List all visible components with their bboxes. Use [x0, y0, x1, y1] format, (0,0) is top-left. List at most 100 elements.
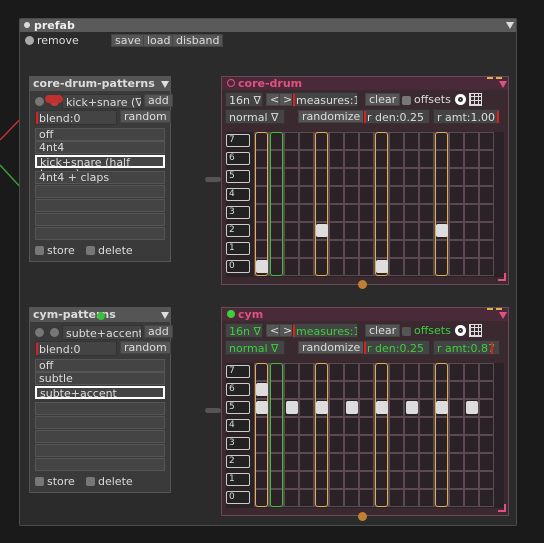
step-cell[interactable]	[329, 132, 344, 150]
step-cell[interactable]	[404, 222, 419, 240]
clear-button[interactable]: clear	[365, 324, 401, 337]
list-item-selected[interactable]: subte+accent	[35, 386, 165, 399]
step-cell[interactable]	[344, 150, 359, 168]
list-item[interactable]	[35, 227, 165, 240]
resize-handle-icon[interactable]	[498, 273, 506, 281]
step-cell[interactable]	[344, 240, 359, 258]
step-cell[interactable]	[344, 132, 359, 150]
step-cell[interactable]	[479, 186, 494, 204]
step-cell[interactable]	[479, 240, 494, 258]
step-cell[interactable]	[464, 168, 479, 186]
step-cell[interactable]	[359, 471, 374, 489]
step-cell[interactable]	[284, 186, 299, 204]
r-den-field[interactable]: r den:0.25	[363, 340, 430, 355]
step-cell[interactable]	[449, 186, 464, 204]
collapse-triangle-icon[interactable]	[499, 81, 507, 88]
step-cell[interactable]	[389, 204, 404, 222]
step-cell[interactable]	[404, 186, 419, 204]
list-item[interactable]	[35, 185, 165, 198]
step-grid[interactable]: 7 6 5 4 3 2 1 0	[226, 363, 504, 508]
step-cell[interactable]	[299, 240, 314, 258]
disband-button[interactable]: disband	[172, 34, 224, 47]
step-cell[interactable]	[299, 399, 314, 417]
step-cell[interactable]	[329, 240, 344, 258]
list-item[interactable]: subtle	[35, 372, 165, 385]
step-note[interactable]	[435, 401, 448, 414]
step-cell[interactable]	[299, 186, 314, 204]
step-cell[interactable]	[404, 417, 419, 435]
step-cell[interactable]	[419, 471, 434, 489]
step-cell[interactable]	[389, 150, 404, 168]
measures-field[interactable]: measures:1	[292, 323, 358, 338]
step-cell[interactable]	[419, 168, 434, 186]
step-cell[interactable]	[449, 435, 464, 453]
step-cell[interactable]	[404, 258, 419, 276]
step-cell[interactable]	[449, 471, 464, 489]
step-cell[interactable]	[389, 132, 404, 150]
step-note[interactable]	[345, 401, 358, 414]
step-cell[interactable]	[329, 168, 344, 186]
add-pattern-button[interactable]: add	[144, 325, 173, 338]
step-cell[interactable]	[359, 258, 374, 276]
step-cell[interactable]	[404, 453, 419, 471]
step-cell[interactable]	[464, 186, 479, 204]
step-cell[interactable]	[359, 168, 374, 186]
step-cell[interactable]	[299, 204, 314, 222]
canvas[interactable]: { "prefab": {"title": "prefab", "remove_…	[0, 0, 544, 543]
step-cell[interactable]	[419, 363, 434, 381]
step-cell[interactable]	[359, 381, 374, 399]
step-note[interactable]	[285, 401, 298, 414]
step-cell[interactable]	[344, 363, 359, 381]
input-port-icon[interactable]	[97, 312, 105, 320]
randomize-button[interactable]: randomize	[298, 110, 365, 123]
step-cell[interactable]	[449, 240, 464, 258]
step-cell[interactable]	[389, 471, 404, 489]
step-cell[interactable]	[449, 204, 464, 222]
pattern-select[interactable]: kick+snare (∇	[62, 94, 142, 109]
list-item[interactable]	[35, 458, 165, 471]
step-cell[interactable]	[329, 150, 344, 168]
step-cell[interactable]	[344, 186, 359, 204]
step-cell[interactable]	[419, 186, 434, 204]
step-cell[interactable]	[464, 222, 479, 240]
step-cell[interactable]	[344, 417, 359, 435]
step-cell[interactable]	[419, 435, 434, 453]
step-cell[interactable]	[464, 363, 479, 381]
delete-checkbox[interactable]	[86, 246, 95, 255]
step-cell[interactable]	[464, 471, 479, 489]
step-cell[interactable]	[359, 150, 374, 168]
blend-field[interactable]: blend:0	[35, 341, 117, 356]
step-cell[interactable]	[479, 489, 494, 507]
cym-titlebar[interactable]: cym	[222, 308, 508, 321]
core-drum-sequencer[interactable]: core-drum 16n ∇ < > measures:1 clear off…	[221, 76, 509, 285]
step-cell[interactable]	[284, 168, 299, 186]
step-cell[interactable]	[479, 363, 494, 381]
step-cell[interactable]	[479, 222, 494, 240]
step-cell[interactable]	[299, 489, 314, 507]
step-cell[interactable]	[479, 132, 494, 150]
step-cell[interactable]	[389, 186, 404, 204]
step-cell[interactable]	[449, 132, 464, 150]
step-note[interactable]	[255, 260, 268, 273]
step-cell[interactable]	[479, 150, 494, 168]
step-cell[interactable]	[284, 417, 299, 435]
add-pattern-button[interactable]: add	[144, 94, 173, 107]
step-cell[interactable]	[449, 363, 464, 381]
step-cell[interactable]	[389, 453, 404, 471]
random-button[interactable]: random	[120, 110, 171, 123]
step-cell[interactable]	[449, 150, 464, 168]
step-cell[interactable]	[389, 399, 404, 417]
r-amt-field[interactable]: r amt:0.87	[433, 340, 500, 355]
step-cell[interactable]	[299, 471, 314, 489]
step-cell[interactable]	[299, 222, 314, 240]
step-cell[interactable]	[329, 399, 344, 417]
step-cell[interactable]	[464, 258, 479, 276]
rate-select[interactable]: 16n ∇	[225, 92, 263, 107]
step-cell[interactable]	[419, 417, 434, 435]
step-cell[interactable]	[329, 381, 344, 399]
maximize-icon[interactable]	[496, 308, 502, 310]
r-amt-field[interactable]: r amt:1.00	[433, 109, 500, 124]
minimize-icon[interactable]	[487, 77, 493, 79]
step-cell[interactable]	[329, 204, 344, 222]
step-cell[interactable]	[344, 222, 359, 240]
